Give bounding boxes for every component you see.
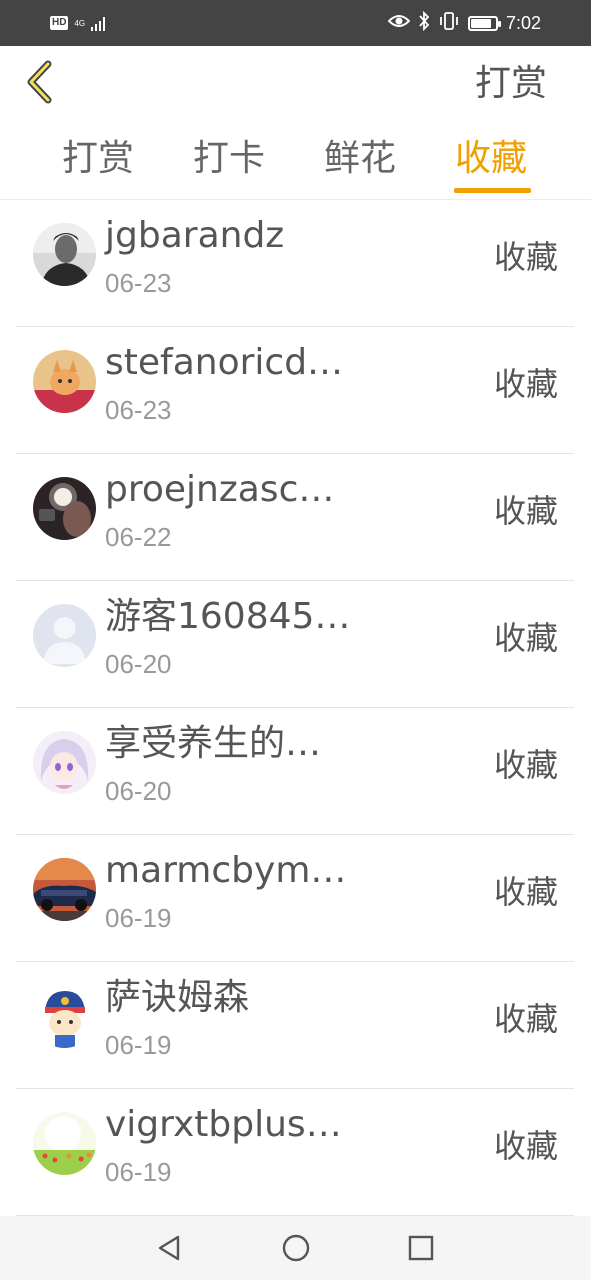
item-date: 06-20 — [105, 776, 172, 806]
item-date: 06-19 — [105, 1030, 172, 1060]
avatar — [33, 985, 96, 1048]
signal-icon — [91, 15, 106, 31]
back-button[interactable] — [22, 58, 58, 108]
avatar — [33, 858, 96, 921]
user-name: 游客160845… — [105, 596, 351, 637]
user-name: vigrxtbplus… — [105, 1104, 342, 1145]
avatar — [33, 1112, 96, 1175]
user-name: marmcbym… — [105, 850, 347, 891]
network-type: 4G — [74, 18, 86, 28]
active-tab-indicator — [454, 188, 531, 193]
item-action-label: 收藏 — [493, 1000, 558, 1038]
header: 打赏 — [0, 46, 591, 122]
back-arrow-icon — [27, 60, 52, 104]
item-date: 06-22 — [105, 522, 172, 552]
user-name: 萨诀姆森 — [105, 977, 250, 1018]
tab-checkin[interactable]: 打卡 — [193, 136, 265, 182]
item-date: 06-23 — [105, 268, 172, 298]
item-action-label: 收藏 — [493, 746, 558, 784]
nav-recents-button[interactable] — [406, 1233, 436, 1263]
avatar — [33, 604, 96, 667]
tab-favorites[interactable]: 收藏 — [455, 136, 527, 182]
status-right: 7:02 — [387, 10, 541, 35]
tab-reward[interactable]: 打赏 — [62, 136, 134, 182]
user-name: stefanoricd… — [105, 342, 344, 383]
item-date: 06-19 — [105, 903, 172, 933]
vibrate-icon — [438, 12, 460, 34]
list-item[interactable]: proejnzasc… 06-22 收藏 — [16, 454, 574, 581]
list-item[interactable]: marmcbym… 06-19 收藏 — [16, 835, 574, 962]
list-item[interactable]: vigrxtbplus… 06-19 收藏 — [16, 1089, 574, 1216]
battery-icon — [467, 15, 501, 31]
list-item[interactable]: 萨诀姆森 06-19 收藏 — [16, 962, 574, 1089]
eye-comfort-icon — [387, 13, 411, 33]
item-action-label: 收藏 — [493, 1127, 558, 1165]
list-item[interactable]: 享受养生的… 06-20 收藏 — [16, 708, 574, 835]
circle-home-icon — [282, 1234, 310, 1262]
list-item[interactable]: stefanoricd… 06-23 收藏 — [16, 327, 574, 454]
page-title: 打赏 — [474, 63, 547, 104]
avatar — [33, 477, 96, 540]
nav-back-button[interactable] — [155, 1233, 185, 1263]
item-action-label: 收藏 — [493, 365, 558, 403]
item-action-label: 收藏 — [493, 238, 558, 276]
user-name: jgbarandz — [105, 215, 285, 256]
item-date: 06-23 — [105, 395, 172, 425]
avatar — [33, 731, 96, 794]
tab-flowers[interactable]: 鲜花 — [324, 136, 396, 182]
list-item[interactable]: jgbarandz 06-23 收藏 — [16, 200, 574, 327]
item-date: 06-19 — [105, 1157, 172, 1187]
item-action-label: 收藏 — [493, 619, 558, 657]
status-bar: HD 4G 7:02 — [0, 0, 591, 46]
item-date: 06-20 — [105, 649, 172, 679]
status-left: HD 4G — [50, 12, 106, 34]
avatar — [33, 223, 96, 286]
avatar — [33, 350, 96, 413]
list-item[interactable]: 游客160845… 06-20 收藏 — [16, 581, 574, 708]
hd-badge: HD — [50, 16, 69, 30]
bluetooth-icon — [418, 10, 430, 35]
nav-home-button[interactable] — [281, 1233, 311, 1263]
system-nav-bar — [0, 1216, 591, 1280]
clock-time: 7:02 — [505, 12, 541, 33]
item-action-label: 收藏 — [493, 492, 558, 530]
square-recents-icon — [408, 1235, 434, 1261]
item-action-label: 收藏 — [493, 873, 558, 911]
user-name: 享受养生的… — [105, 723, 322, 764]
user-name: proejnzasc… — [105, 469, 335, 510]
triangle-back-icon — [158, 1235, 180, 1261]
